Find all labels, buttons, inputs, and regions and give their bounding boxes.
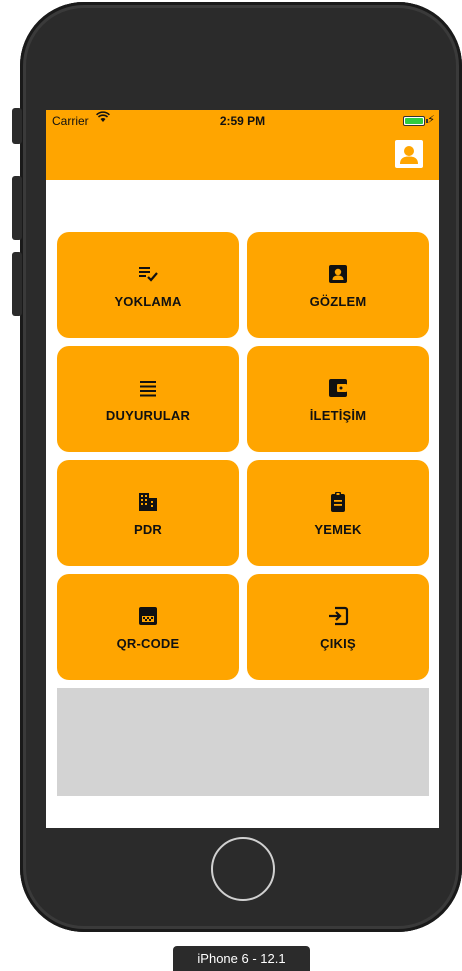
yoklama-label: YOKLAMA [114, 293, 182, 309]
clipboard-icon [331, 491, 345, 512]
home-button[interactable] [211, 837, 275, 901]
pdr-label: PDR [133, 521, 163, 537]
volume-down-button [12, 252, 22, 316]
yemek-button[interactable]: YEMEK [247, 460, 429, 566]
iletisim-button[interactable]: İLETİŞİM [247, 346, 429, 452]
yoklama-button[interactable]: YOKLAMA [57, 232, 239, 338]
iletisim-label: İLETİŞİM [309, 407, 367, 423]
mute-switch [12, 108, 22, 144]
charging-bolt-icon: ⚡ [427, 114, 435, 126]
menu-grid: YOKLAMA GÖZLEM DUYURULAR İLETİŞİM PDR YE… [57, 232, 429, 682]
cikis-button[interactable]: ÇIKIŞ [247, 574, 429, 680]
profile-icon[interactable] [395, 140, 423, 168]
exit-icon [329, 606, 349, 625]
qr-code-button[interactable]: QR-CODE [57, 574, 239, 680]
gozlem-button[interactable]: GÖZLEM [247, 232, 429, 338]
pdr-button[interactable]: PDR [57, 460, 239, 566]
yemek-label: YEMEK [314, 521, 362, 537]
checklist-icon [139, 266, 158, 282]
qr-code-label: QR-CODE [116, 635, 180, 651]
bottom-banner-area [57, 688, 429, 796]
contact-card-icon [329, 264, 347, 283]
wallet-icon [329, 378, 347, 397]
status-time: 2:59 PM [219, 114, 266, 128]
app-screen: Carrier 2:59 PM ⚡ YOKLAMA GÖZLEM DUYURUL… [46, 110, 439, 828]
qr-code-icon [139, 606, 157, 625]
volume-up-button [12, 176, 22, 240]
cikis-label: ÇIKIŞ [320, 635, 356, 651]
simulator-device-label: iPhone 6 - 12.1 [173, 946, 310, 971]
building-icon [139, 492, 157, 511]
status-bar: Carrier 2:59 PM ⚡ [46, 110, 439, 132]
gozlem-label: GÖZLEM [309, 293, 367, 309]
battery-charging-icon [403, 116, 428, 126]
duyurular-label: DUYURULAR [105, 407, 191, 423]
lines-icon [140, 380, 156, 396]
duyurular-button[interactable]: DUYURULAR [57, 346, 239, 452]
navigation-bar: Carrier 2:59 PM ⚡ [46, 110, 439, 180]
